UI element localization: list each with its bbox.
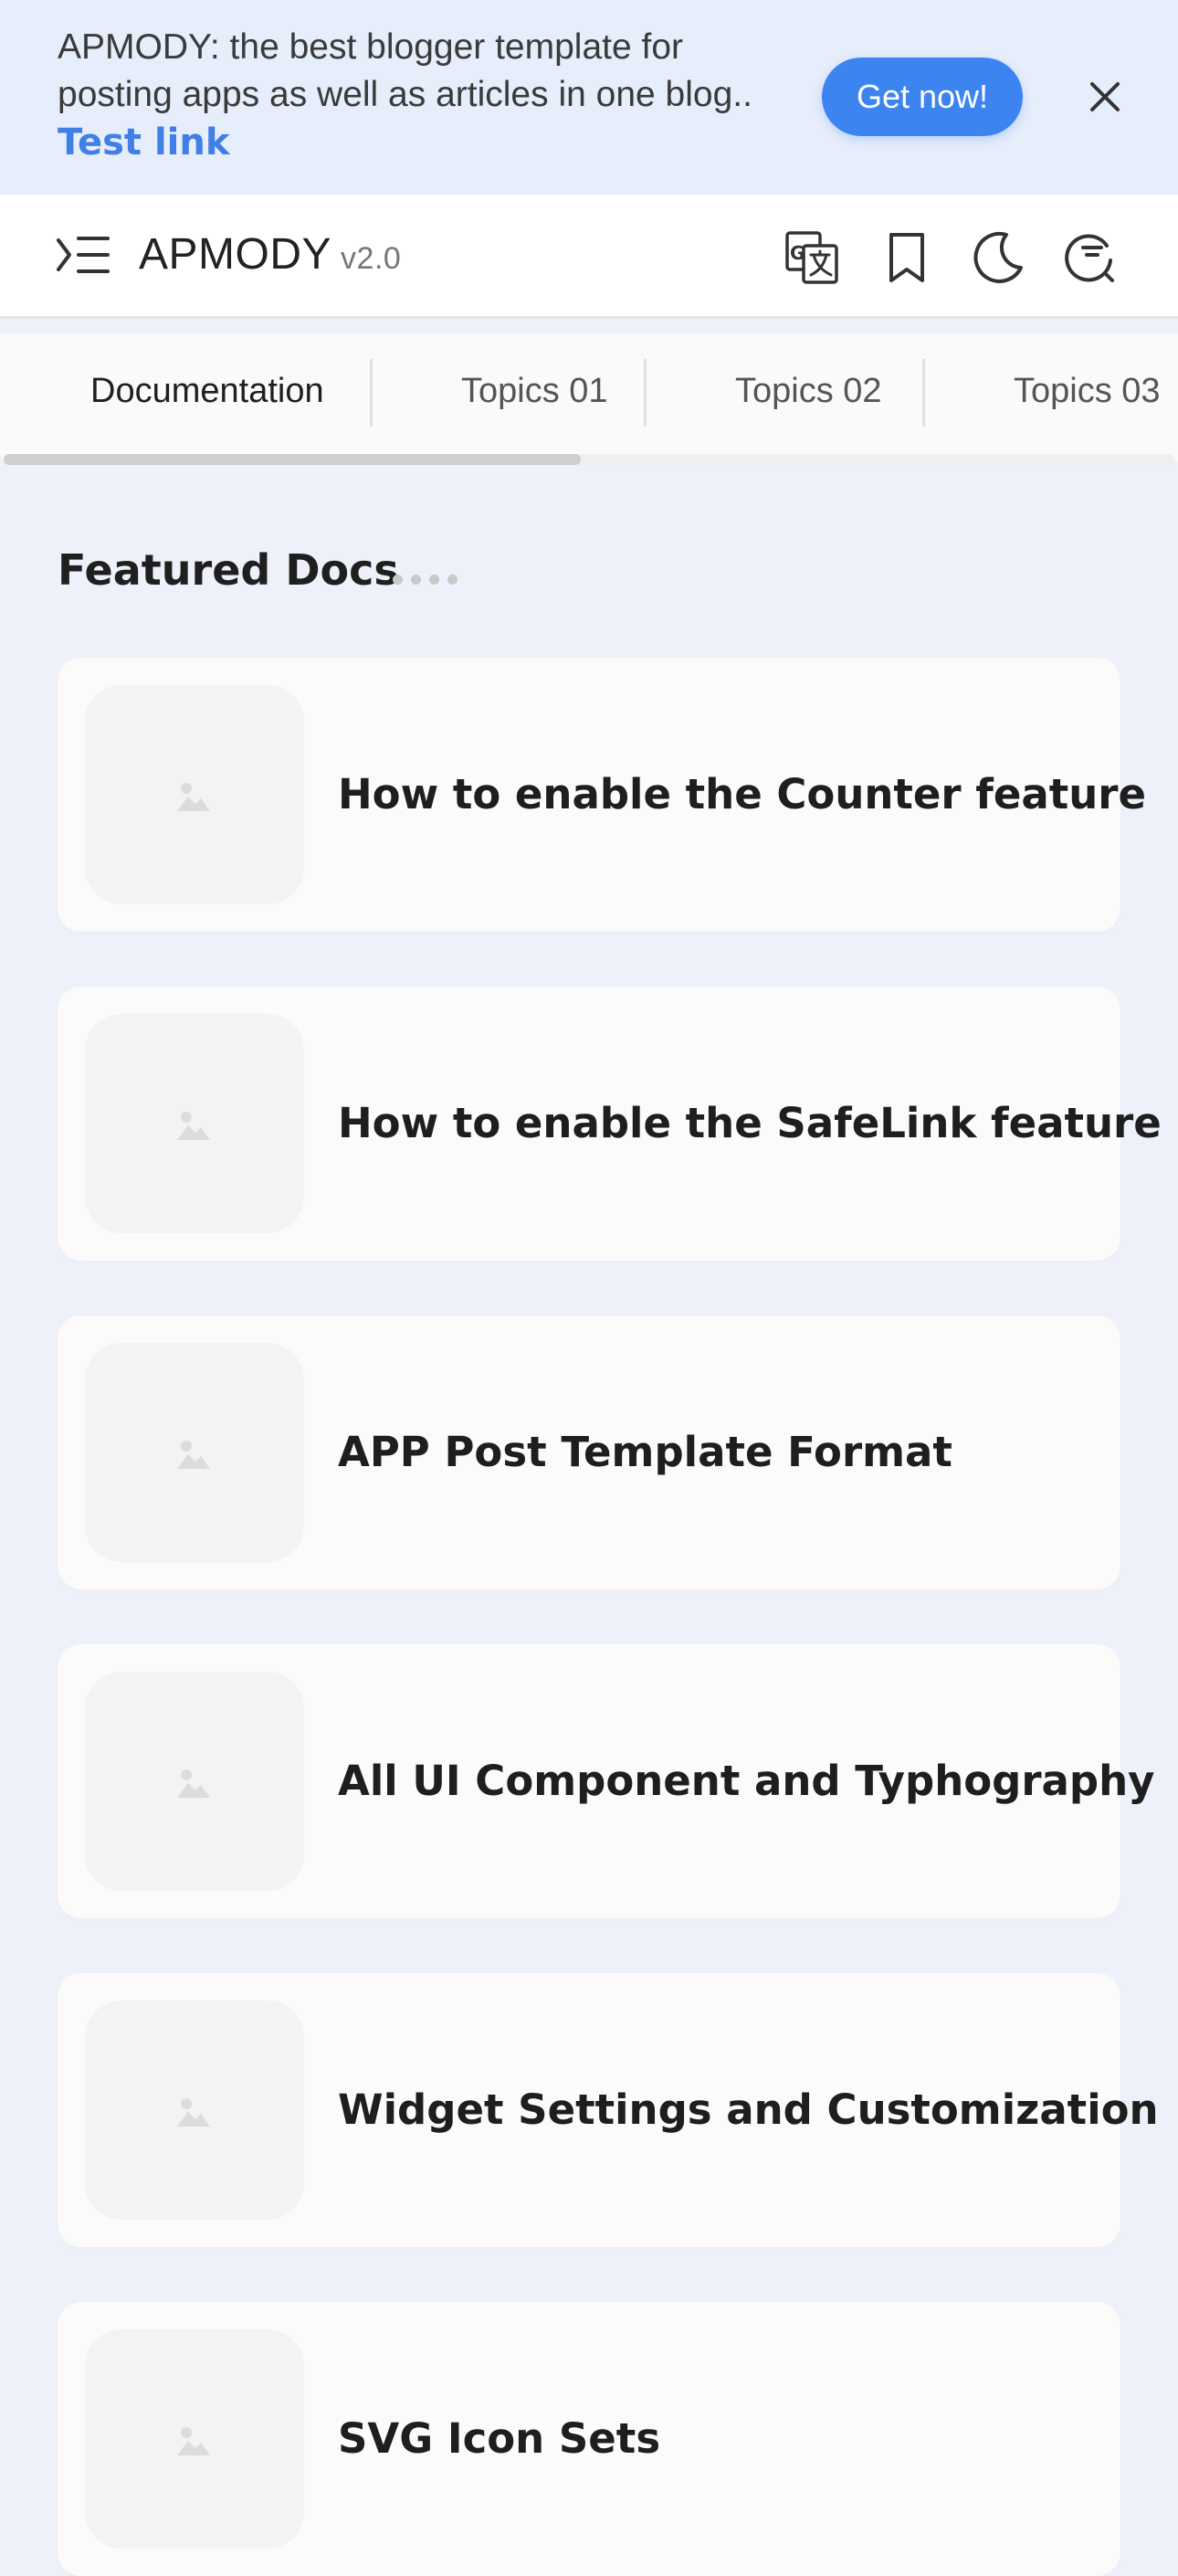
tabs-scrollbar-thumb[interactable] <box>4 454 581 465</box>
doc-card[interactable]: SVG Icon Sets <box>58 2302 1120 2576</box>
doc-title[interactable]: APP Post Template Format <box>338 1315 952 1589</box>
brand-version: v2.0 <box>341 241 402 276</box>
test-link[interactable]: Test link <box>58 119 779 166</box>
image-placeholder-icon <box>177 1769 210 1798</box>
tab-divider <box>370 359 373 427</box>
search-icon[interactable] <box>1061 229 1118 286</box>
doc-title[interactable]: How to enable the SafeLink feature <box>338 987 1162 1261</box>
tab-divider <box>644 359 647 427</box>
menu-icon[interactable] <box>55 231 111 279</box>
thumbnail <box>85 1014 304 1233</box>
doc-card[interactable]: How to enable the SafeLink feature <box>58 987 1162 1261</box>
doc-title[interactable]: SVG Icon Sets <box>338 2302 660 2576</box>
doc-card[interactable]: How to enable the Counter feature <box>58 658 1146 932</box>
tabs-scrollbar[interactable] <box>4 454 1174 465</box>
brand-name: APMODY <box>139 230 332 279</box>
announcement-bar: APMODY: the best blogger template for po… <box>0 0 1178 195</box>
close-icon[interactable] <box>1083 75 1127 119</box>
site-brand[interactable]: APMODY v2.0 <box>139 229 401 280</box>
announcement-message: APMODY: the best blogger template for po… <box>58 24 779 166</box>
get-now-button[interactable]: Get now! <box>822 58 1023 136</box>
announcement-text: APMODY: the best blogger template for po… <box>58 27 752 114</box>
site-header: APMODY v2.0 G <box>0 195 1178 319</box>
image-placeholder-icon <box>177 2098 210 2127</box>
image-placeholder-icon <box>177 1112 210 1140</box>
loading-dots <box>393 571 466 588</box>
thumbnail <box>85 1672 304 1891</box>
tab-topics-01[interactable]: Topics 01 <box>461 354 608 428</box>
doc-card[interactable]: All UI Component and Typhography <box>58 1644 1155 1918</box>
thumbnail <box>85 685 304 904</box>
thumbnail <box>85 2001 304 2220</box>
thumbnail <box>85 1343 304 1562</box>
section-title: Featured Docs <box>58 545 399 595</box>
bookmark-icon[interactable] <box>878 229 935 286</box>
tab-documentation[interactable]: Documentation <box>90 354 324 428</box>
image-placeholder-icon <box>177 2427 210 2455</box>
thumbnail <box>85 2329 304 2549</box>
doc-card[interactable]: Widget Settings and Customization <box>58 1973 1159 2247</box>
doc-title[interactable]: Widget Settings and Customization <box>338 1973 1159 2247</box>
doc-title[interactable]: All UI Component and Typhography <box>338 1644 1155 1918</box>
dark-mode-icon[interactable] <box>970 229 1026 286</box>
doc-card[interactable]: APP Post Template Format <box>58 1315 1120 1589</box>
image-placeholder-icon <box>177 783 210 811</box>
svg-text:G: G <box>790 242 805 264</box>
tab-topics-02[interactable]: Topics 02 <box>735 354 882 428</box>
image-placeholder-icon <box>177 1441 210 1469</box>
tab-topics-03[interactable]: Topics 03 <box>1014 354 1161 428</box>
translate-icon[interactable]: G <box>784 229 840 286</box>
doc-title[interactable]: How to enable the Counter feature <box>338 658 1146 932</box>
topic-tabs: Documentation Topics 01 Topics 02 Topics… <box>0 333 1178 461</box>
tab-divider <box>922 359 925 427</box>
